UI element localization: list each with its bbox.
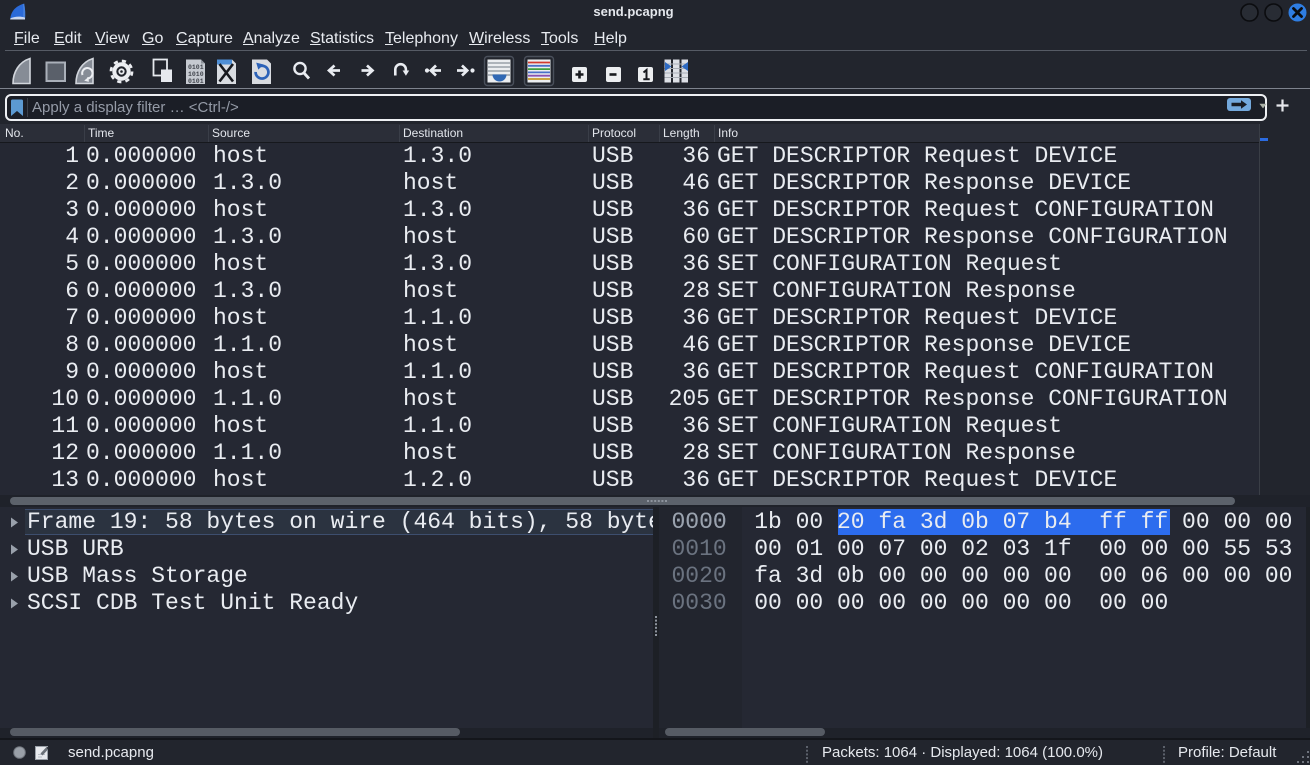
svg-text:1010: 1010 bbox=[188, 71, 204, 78]
svg-text:0101: 0101 bbox=[188, 78, 204, 85]
svg-text:0101: 0101 bbox=[188, 64, 204, 71]
